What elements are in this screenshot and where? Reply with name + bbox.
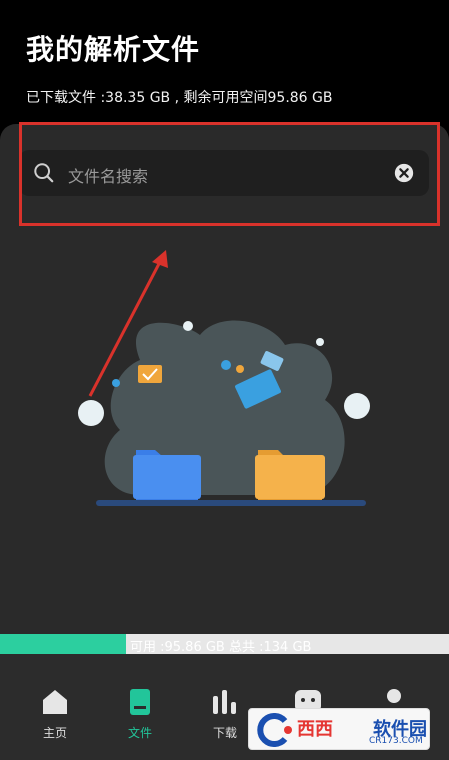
nav-item-downloads[interactable]: 下载 xyxy=(195,674,255,746)
page-title: 我的解析文件 xyxy=(26,33,201,66)
storage-used-fill xyxy=(0,634,126,654)
header: 我的解析文件 已下载文件 :38.35 GB , 剩余可用空间95.86 GB xyxy=(0,0,449,124)
nav-item-home[interactable]: 主页 xyxy=(25,674,85,746)
storage-summary: 已下载文件 :38.35 GB , 剩余可用空间95.86 GB xyxy=(26,90,333,106)
download-bars-icon xyxy=(213,690,236,714)
nav-label-downloads: 下载 xyxy=(212,726,237,740)
file-book-icon xyxy=(130,689,150,715)
nav-label-files: 文件 xyxy=(127,726,152,740)
empty-folders-illustration xyxy=(78,320,370,506)
storage-bar-text: 可用 :95.86 GB 总共 :134 GB xyxy=(130,640,312,655)
watermark-logo: 西西 软件园 CR173.COM xyxy=(248,708,430,750)
nav-item-files[interactable]: 文件 xyxy=(110,674,170,746)
storage-bar: 可用 :95.86 GB 总共 :134 GB xyxy=(0,634,449,655)
annotation-highlight-box xyxy=(19,122,440,226)
watermark-c-icon xyxy=(257,713,292,747)
nav-label-home: 主页 xyxy=(42,726,67,740)
home-icon xyxy=(43,690,67,714)
